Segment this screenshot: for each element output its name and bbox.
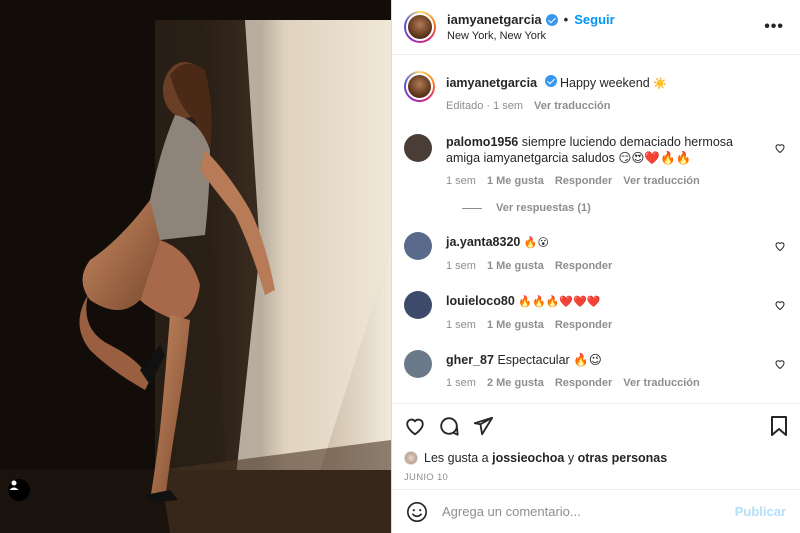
liked-by-others[interactable]: otras personas <box>578 451 668 465</box>
post-photo[interactable] <box>0 0 391 533</box>
comment-time[interactable]: 1 sem <box>446 319 476 331</box>
commenter-avatar[interactable] <box>404 350 432 378</box>
liker-avatar[interactable] <box>404 451 418 465</box>
view-replies-button[interactable]: Ver respuestas (1) <box>446 202 786 214</box>
post-header: iamyanetgarcia • Seguir New York, New Yo… <box>392 0 800 55</box>
like-comment-heart-icon[interactable] <box>774 240 786 252</box>
save-bookmark-icon[interactable] <box>770 416 788 436</box>
translate-link[interactable]: Ver traducción <box>623 377 699 389</box>
comments-list: iamyanetgarcia Happy weekend ☀️ Editado … <box>392 55 800 403</box>
comment-likes[interactable]: 2 Me gusta <box>487 377 544 389</box>
user-tag-icon[interactable] <box>8 479 30 501</box>
comment-text: 🔥😮 <box>523 236 550 249</box>
liked-by-prefix: Les gusta a <box>424 451 489 465</box>
post-modal: iamyanetgarcia • Seguir New York, New Yo… <box>0 0 800 533</box>
liker-username[interactable]: jossieochoa <box>492 451 564 465</box>
comment-item: gher_87 Espectacular 🔥😉 1 sem 2 Me gusta… <box>404 350 786 389</box>
photo-illustration <box>0 0 391 533</box>
more-horizontal-icon[interactable]: ••• <box>764 18 784 36</box>
post-panel: iamyanetgarcia • Seguir New York, New Yo… <box>391 0 800 533</box>
caption-translate-link[interactable]: Ver traducción <box>534 100 610 112</box>
like-comment-heart-icon[interactable] <box>774 358 786 370</box>
comment-item: ja.yanta8320 🔥😮 1 sem 1 Me gusta Respond… <box>404 232 786 272</box>
verified-icon <box>544 75 557 87</box>
separator-dot: • <box>563 12 569 27</box>
post-actions: Les gusta a jossieochoa y otras personas… <box>392 403 800 533</box>
liked-by: Les gusta a jossieochoa y otras personas <box>404 451 788 465</box>
verified-icon <box>545 13 558 26</box>
comment-time[interactable]: 1 sem <box>446 175 476 187</box>
comment-text: 🔥🔥🔥❤️❤️❤️ <box>518 295 601 308</box>
translate-link[interactable]: Ver traducción <box>623 175 699 187</box>
share-icon[interactable] <box>472 415 494 437</box>
like-heart-icon[interactable] <box>404 415 426 437</box>
replies-divider <box>462 207 482 209</box>
comment-item: palomo1956 siempre luciendo demaciado he… <box>404 134 786 187</box>
like-comment-heart-icon[interactable] <box>774 142 786 154</box>
commenter-avatar[interactable] <box>404 134 432 162</box>
reply-button[interactable]: Responder <box>555 260 612 272</box>
author-avatar[interactable] <box>404 11 436 43</box>
caption-text: Happy weekend <box>560 76 650 90</box>
liked-by-middle: y <box>567 451 575 465</box>
emoji-picker-icon[interactable] <box>406 501 428 523</box>
commenter-avatar[interactable] <box>404 232 432 260</box>
caption-avatar[interactable] <box>404 71 435 102</box>
comment-username[interactable]: louieloco80 <box>446 294 515 308</box>
post-location[interactable]: New York, New York <box>447 30 615 42</box>
caption-emoji: ☀️ <box>653 77 667 90</box>
comment-item: louieloco80 🔥🔥🔥❤️❤️❤️ 1 sem 1 Me gusta R… <box>404 291 786 331</box>
comment-username[interactable]: gher_87 <box>446 353 494 367</box>
reply-button[interactable]: Responder <box>555 319 612 331</box>
comment-username[interactable]: ja.yanta8320 <box>446 235 520 249</box>
commenter-avatar[interactable] <box>404 291 432 319</box>
view-replies-label[interactable]: Ver respuestas (1) <box>496 202 591 214</box>
publish-button[interactable]: Publicar <box>735 504 786 519</box>
comment-likes[interactable]: 1 Me gusta <box>487 260 544 272</box>
add-comment-bar: Agrega un comentario... Publicar <box>392 489 800 533</box>
reply-button[interactable]: Responder <box>555 175 612 187</box>
caption: iamyanetgarcia Happy weekend ☀️ Editado … <box>404 71 786 112</box>
caption-username[interactable]: iamyanetgarcia <box>446 76 537 90</box>
comment-text: Espectacular 🔥😉 <box>497 353 602 367</box>
author-username[interactable]: iamyanetgarcia <box>447 12 542 27</box>
comment-username[interactable]: palomo1956 <box>446 135 518 149</box>
comment-likes[interactable]: 1 Me gusta <box>487 319 544 331</box>
reply-button[interactable]: Responder <box>555 377 612 389</box>
comment-time[interactable]: 1 sem <box>446 260 476 272</box>
comment-input[interactable]: Agrega un comentario... <box>442 504 735 519</box>
follow-button[interactable]: Seguir <box>574 12 614 27</box>
comment-icon[interactable] <box>438 415 460 437</box>
post-date[interactable]: JUNIO 10 <box>404 472 788 483</box>
comment-time[interactable]: 1 sem <box>446 377 476 389</box>
comment-likes[interactable]: 1 Me gusta <box>487 175 544 187</box>
caption-edited: Editado · 1 sem <box>446 100 524 112</box>
like-comment-heart-icon[interactable] <box>774 299 786 311</box>
